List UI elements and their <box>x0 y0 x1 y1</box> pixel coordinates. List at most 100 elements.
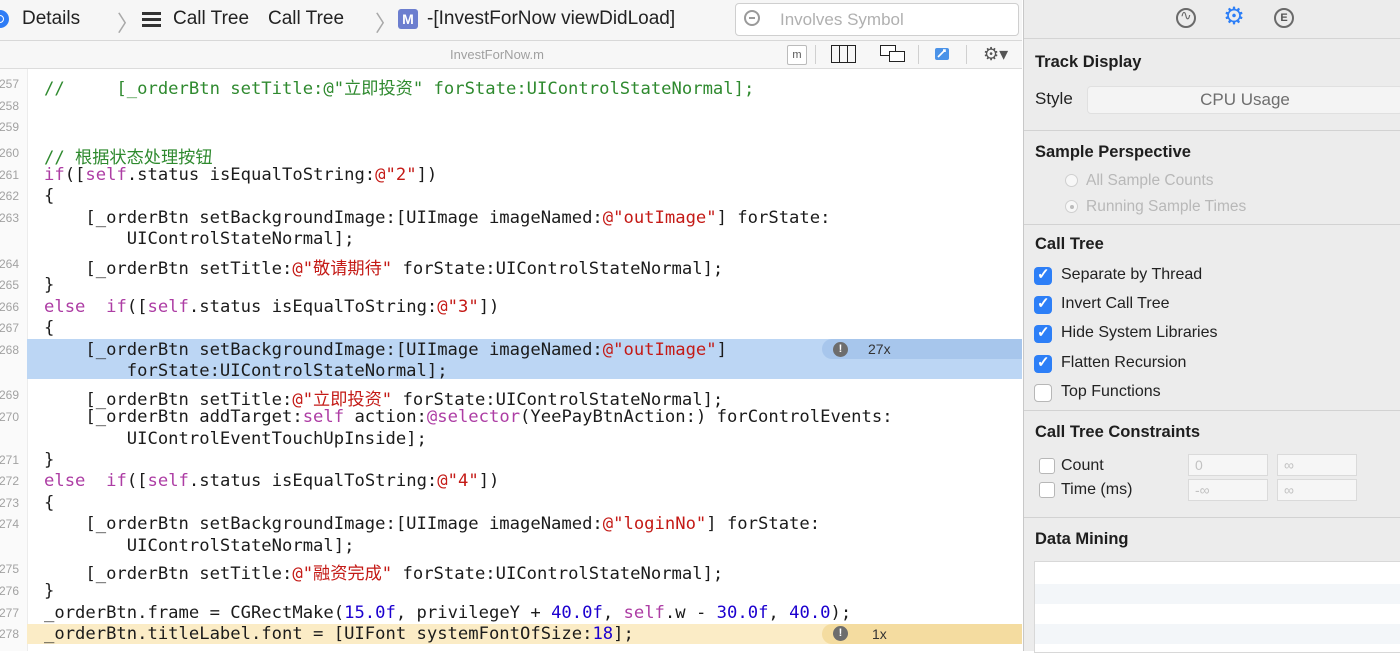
window-layout-icon[interactable] <box>880 45 906 63</box>
file-tab-bar: InvestForNow.m m ⚙▾ <box>0 41 1022 69</box>
divider <box>1024 517 1400 518</box>
table-row <box>1035 584 1400 604</box>
line-number: 262 <box>0 189 19 203</box>
style-dropdown[interactable]: CPU Usage <box>1087 86 1400 114</box>
gear-menu-icon[interactable]: ⚙▾ <box>983 45 1009 63</box>
code-line[interactable]: 257// [_orderBtn setTitle:@"立即投资" forSta… <box>0 74 1022 99</box>
split-view-icon[interactable] <box>831 45 857 63</box>
code-line[interactable]: 269 [_orderBtn setTitle:@"立即投资" forState… <box>0 385 1022 410</box>
inspector-panel: ⚙ E Track Display Style CPU Usage Sample… <box>1023 0 1400 653</box>
breadcrumb-details[interactable]: Details <box>22 8 80 30</box>
involves-symbol-search[interactable] <box>735 3 1019 36</box>
code-line[interactable]: UIControlEventTouchUpInside]; <box>0 429 1022 449</box>
count-max-field[interactable]: ∞ <box>1277 454 1357 476</box>
code-line[interactable]: 273 { <box>0 493 1022 513</box>
involves-symbol-input[interactable] <box>778 8 1012 32</box>
radio-label: Running Sample Times <box>1086 198 1247 215</box>
code-line[interactable]: 266 else if([self.status isEqualToString:… <box>0 297 1022 317</box>
checkbox-checked[interactable] <box>1034 294 1052 314</box>
divider <box>1024 224 1400 225</box>
code-line[interactable]: 262 { <box>0 186 1022 206</box>
radio-label: All Sample Counts <box>1086 172 1214 189</box>
breadcrumb-chevron-icon: 〉 <box>375 11 398 36</box>
call-tree-constraints-title: Call Tree Constraints <box>1035 423 1201 441</box>
line-number: 275 <box>0 562 19 576</box>
code-line[interactable]: 263 [_orderBtn setBackgroundImage:[UIIma… <box>0 208 1022 228</box>
checkbox-unchecked[interactable] <box>1034 384 1052 402</box>
code-line[interactable]: 271} <box>0 450 1022 470</box>
line-number: 261 <box>0 168 19 182</box>
code-line[interactable]: 259 <box>0 117 1022 137</box>
display-settings-gear-icon[interactable]: ⚙ <box>1222 5 1246 30</box>
divider <box>966 45 967 64</box>
breadcrumb-call-tree-2[interactable]: Call Tree <box>268 8 344 30</box>
code-text: [_orderBtn setBackgroundImage:[UIImage i… <box>44 514 821 534</box>
objc-file-icon[interactable]: m <box>787 45 807 65</box>
code-line[interactable]: 258 <box>0 96 1022 116</box>
radio-button-selected[interactable] <box>1065 200 1078 213</box>
checkbox-checked[interactable] <box>1034 323 1052 343</box>
code-line[interactable]: 267 { <box>0 318 1022 338</box>
count-min-field[interactable]: 0 <box>1188 454 1268 476</box>
code-line[interactable]: 264 [_orderBtn setTitle:@"敬请期待" forState… <box>0 254 1022 279</box>
jump-bar: Details 〉 Call Tree Call Tree 〉 M -[Inve… <box>0 0 1022 41</box>
code-line[interactable]: 260// 根据状态处理按钮 <box>0 143 1022 168</box>
code-line[interactable]: UIControlStateNormal]; <box>0 229 1022 249</box>
code-line[interactable]: 261 if([self.status isEqualToString:@"2"]… <box>0 165 1022 185</box>
code-text: [_orderBtn setBackgroundImage:[UIImage i… <box>44 340 727 360</box>
code-line[interactable]: 277 _orderBtn.frame = CGRectMake(15.0f, p… <box>0 603 1022 623</box>
divider <box>918 45 919 64</box>
code-text: if([self.status isEqualToString:@"2"]) <box>44 165 438 185</box>
line-number: 274 <box>0 517 19 531</box>
time-max-field[interactable]: ∞ <box>1277 479 1357 501</box>
checkbox-label: Separate by Thread <box>1061 266 1203 283</box>
code-text: _orderBtn.frame = CGRectMake(15.0f, priv… <box>44 603 852 623</box>
details-icon[interactable] <box>0 10 9 28</box>
breadcrumb-call-tree[interactable]: Call Tree <box>173 8 249 30</box>
xcode-open-icon[interactable] <box>933 45 951 63</box>
filter-icon <box>744 10 760 26</box>
line-number: 277 <box>0 606 19 620</box>
line-number: 269 <box>0 388 19 402</box>
code-line[interactable]: 272 else if([self.status isEqualToString:… <box>0 471 1022 491</box>
checkbox-unchecked[interactable] <box>1039 458 1055 474</box>
sample-perspective-title: Sample Perspective <box>1035 143 1191 161</box>
code-text: else if([self.status isEqualToString:@"4… <box>44 471 500 491</box>
code-line[interactable]: forState:UIControlStateNormal]; <box>0 361 1022 381</box>
data-mining-table[interactable] <box>1034 561 1400 653</box>
code-text: UIControlStateNormal]; <box>44 229 355 249</box>
code-line[interactable]: 270 [_orderBtn addTarget:self action:@se… <box>0 407 1022 427</box>
code-line[interactable]: UIControlStateNormal]; <box>0 536 1022 556</box>
time-min-field[interactable]: -∞ <box>1188 479 1268 501</box>
code-text: UIControlEventTouchUpInside]; <box>44 429 427 449</box>
line-number: 259 <box>0 120 19 134</box>
radio-button[interactable] <box>1065 174 1078 187</box>
code-line[interactable]: 265} <box>0 275 1022 295</box>
line-number: 260 <box>0 146 19 160</box>
breadcrumb-method[interactable]: -[InvestForNow viewDidLoad] <box>427 8 675 30</box>
code-line[interactable]: 275 [_orderBtn setTitle:@"融资完成" forState… <box>0 559 1022 584</box>
code-text: } <box>44 275 55 295</box>
method-file-icon: M <box>398 9 418 29</box>
code-text: UIControlStateNormal]; <box>44 536 355 556</box>
line-number: 263 <box>0 211 19 225</box>
checkbox-unchecked[interactable] <box>1039 482 1055 498</box>
source-code-view[interactable]: ! 27x ! 1x 257// [_orderBtn setTitle:@"立… <box>0 69 1022 651</box>
line-number: 258 <box>0 99 19 113</box>
constraint-label: Time (ms) <box>1061 481 1133 498</box>
line-number: 278 <box>0 627 19 641</box>
checkbox-checked[interactable] <box>1034 353 1052 373</box>
line-number: 271 <box>0 453 19 467</box>
divider <box>1024 410 1400 411</box>
constraint-label: Count <box>1061 457 1104 474</box>
extended-detail-icon[interactable]: E <box>1274 8 1294 28</box>
checkbox-label: Invert Call Tree <box>1061 295 1170 312</box>
record-settings-icon[interactable] <box>1176 7 1196 28</box>
code-line[interactable]: 268 [_orderBtn setBackgroundImage:[UIIma… <box>0 340 1022 360</box>
code-line[interactable]: 274 [_orderBtn setBackgroundImage:[UIIma… <box>0 514 1022 534</box>
line-number: 268 <box>0 343 19 357</box>
code-line[interactable]: 278 _orderBtn.titleLabel.font = [UIFont s… <box>0 624 1022 644</box>
code-line[interactable]: 276} <box>0 581 1022 601</box>
call-tree-title: Call Tree <box>1035 235 1104 253</box>
checkbox-checked[interactable] <box>1034 265 1052 285</box>
